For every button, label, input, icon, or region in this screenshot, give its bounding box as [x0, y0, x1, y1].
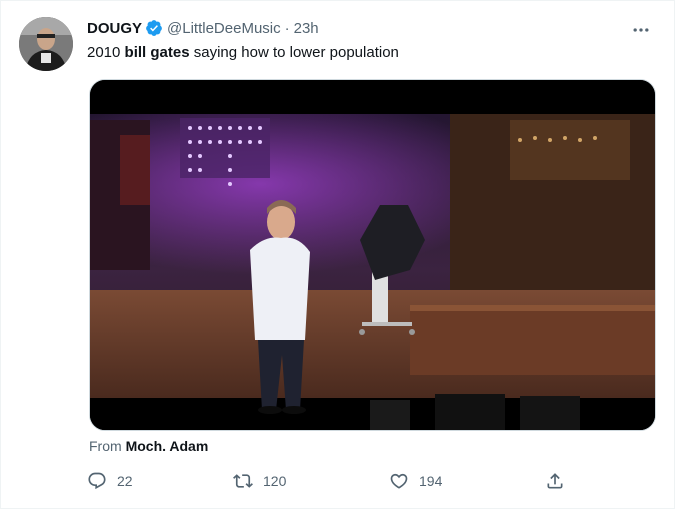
- tweet-text-end: saying how to lower population: [189, 44, 399, 61]
- share-button[interactable]: [545, 469, 575, 493]
- more-options-icon[interactable]: [626, 15, 656, 45]
- video-frame: [90, 80, 655, 430]
- media-source: From Moch. Adam: [89, 438, 208, 454]
- heart-icon: [390, 473, 408, 489]
- like-count: 194: [419, 473, 443, 489]
- tweet-text-bold: bill gates: [124, 44, 190, 61]
- verified-badge-icon: [145, 19, 163, 37]
- retweet-count: 120: [263, 473, 287, 489]
- reply-icon: [88, 472, 106, 490]
- retweet-icon: [233, 474, 253, 488]
- display-name[interactable]: DOUGY: [87, 20, 142, 37]
- tweet-header: DOUGY @LittleDeeMusic · 23h: [87, 17, 319, 39]
- reply-button[interactable]: 22: [87, 469, 133, 493]
- media-source-prefix: From: [89, 438, 126, 454]
- tweet-actions: 22 120 194: [83, 469, 573, 493]
- tweet-text: 2010 bill gates saying how to lower popu…: [87, 43, 399, 63]
- tweet-card[interactable]: DOUGY @LittleDeeMusic · 23h 2010 bill ga…: [0, 0, 675, 509]
- like-button[interactable]: 194: [389, 469, 442, 493]
- share-icon: [547, 473, 563, 489]
- timestamp[interactable]: 23h: [294, 20, 319, 37]
- media-source-name[interactable]: Moch. Adam: [126, 438, 209, 454]
- tweet-text-start: 2010: [87, 44, 125, 61]
- video-player[interactable]: [89, 79, 656, 431]
- separator-dot: ·: [284, 19, 290, 37]
- avatar-image: [19, 17, 73, 71]
- retweet-button[interactable]: 120: [233, 469, 286, 493]
- user-handle[interactable]: @LittleDeeMusic: [167, 20, 281, 37]
- reply-count: 22: [117, 473, 133, 489]
- avatar[interactable]: [19, 17, 73, 71]
